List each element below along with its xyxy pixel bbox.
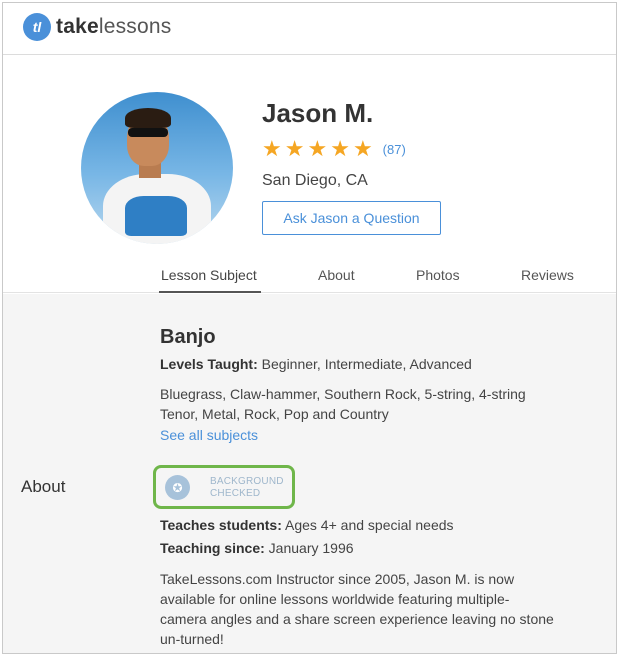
site-header: tl takelessons [3, 3, 616, 55]
teaches-label: Teaches students: [160, 517, 282, 533]
profile-tabs: Lesson Subject About Photos Reviews [3, 267, 616, 293]
since-label: Teaching since: [160, 540, 265, 556]
background-check-icon: ✪ [165, 475, 190, 500]
star-icon: ★ [352, 136, 373, 161]
subject-section: About Banjo Levels Taught: Beginner, Int… [3, 294, 616, 653]
logo-mark-icon: tl [23, 13, 51, 41]
star-icon: ★ [262, 136, 282, 161]
active-tab-indicator [159, 291, 261, 293]
takelessons-logo[interactable]: tl takelessons [23, 13, 171, 41]
subject-title: Banjo [160, 326, 216, 348]
background-checked-badge: ✪ BACKGROUND CHECKED [153, 465, 295, 509]
levels-label: Levels Taught: [160, 356, 258, 372]
teacher-name: Jason M. [262, 98, 374, 128]
levels-value: Beginner, Intermediate, Advanced [257, 356, 472, 372]
section-label-about: About [21, 477, 66, 496]
tab-lesson-subject[interactable]: Lesson Subject [161, 267, 257, 283]
avatar [81, 92, 233, 244]
ask-question-button[interactable]: Ask Jason a Question [262, 201, 441, 235]
logo-text-bold: take [56, 15, 99, 38]
teaches-students: Teaches students: Ages 4+ and special ne… [160, 517, 454, 533]
star-icon: ★ [330, 136, 350, 161]
page-frame: tl takelessons Jason M. ★ ★ ★ ★ ★ (87) S… [2, 2, 617, 654]
badge-line-1: BACKGROUND [210, 476, 284, 487]
see-all-subjects-link[interactable]: See all subjects [160, 427, 258, 443]
star-icon: ★ [307, 136, 328, 161]
profile-header: Jason M. ★ ★ ★ ★ ★ (87) San Diego, CA As… [3, 55, 616, 293]
levels-taught: Levels Taught: Beginner, Intermediate, A… [160, 356, 472, 372]
tab-reviews[interactable]: Reviews [521, 267, 574, 283]
logo-text-rest: lessons [98, 15, 172, 38]
teaches-value: Ages 4+ and special needs [281, 517, 454, 533]
teaching-since: Teaching since: January 1996 [160, 540, 354, 556]
tab-about[interactable]: About [318, 267, 355, 283]
subject-styles: Bluegrass, Claw-hammer, Southern Rock, 5… [160, 386, 526, 422]
star-icon: ★ [284, 136, 305, 161]
teacher-description: TakeLessons.com Instructor since 2005, J… [160, 571, 554, 647]
badge-line-2: CHECKED [210, 488, 261, 499]
since-value: January 1996 [264, 540, 354, 556]
review-count-link[interactable]: (87) [383, 142, 406, 157]
logo-text: takelessons [56, 15, 171, 39]
tab-photos[interactable]: Photos [416, 267, 460, 283]
rating: ★ ★ ★ ★ ★ (87) [262, 138, 406, 160]
badge-text: BACKGROUND CHECKED [210, 476, 284, 500]
location: San Diego, CA [262, 172, 368, 189]
